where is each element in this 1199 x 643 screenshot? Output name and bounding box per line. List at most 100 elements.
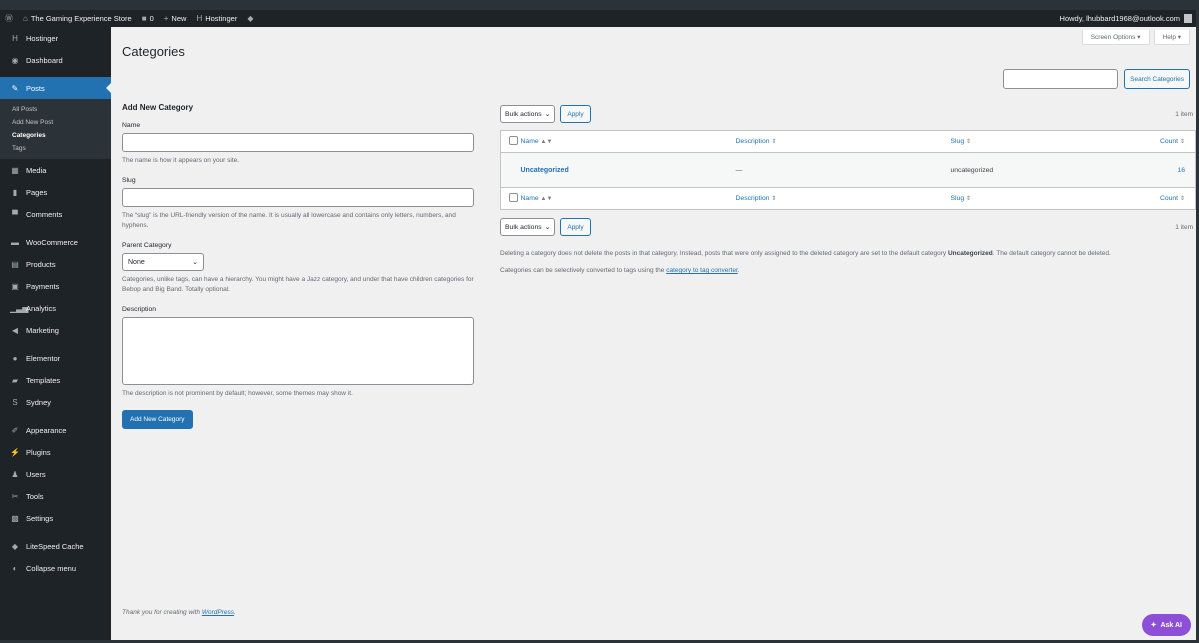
apply-button[interactable]: Apply — [560, 105, 591, 123]
sidebar-item-tools[interactable]: ✂ Tools — [0, 485, 111, 507]
sidebar-item-templates[interactable]: ▰ Templates — [0, 369, 111, 391]
sidebar-item-settings[interactable]: ▩ Settings — [0, 507, 111, 529]
item-count: 1 item — [1175, 110, 1193, 118]
settings-icon: ▩ — [11, 513, 19, 523]
sidebar-item-elementor[interactable]: ● Elementor — [0, 347, 111, 369]
select-all-checkbox-footer[interactable] — [509, 193, 518, 202]
submenu-categories[interactable]: Categories — [0, 129, 111, 142]
sort-icon: ⇕ — [966, 139, 972, 145]
column-slug-label: Slug — [950, 138, 965, 145]
column-slug-footer[interactable]: Slug ⇕ — [950, 187, 1121, 210]
item-count-bottom: 1 item — [1175, 223, 1193, 231]
parent-category-help: Categories, unlike tags, can have a hier… — [122, 276, 474, 293]
wordpress-logo-button[interactable]: Ⓦ — [0, 10, 18, 27]
column-count-footer[interactable]: Count ⇕ — [1120, 187, 1196, 210]
diamond-icon: ◆ — [247, 14, 254, 23]
column-name-footer[interactable]: Name ▲▼ — [520, 187, 736, 210]
litespeed-icon: ◆ — [11, 541, 19, 551]
products-icon: ▤ — [11, 259, 19, 269]
wordpress-link[interactable]: WordPress — [202, 609, 234, 616]
column-name-label: Name — [520, 195, 539, 202]
litespeed-link[interactable]: ◆ — [242, 10, 258, 27]
sidebar-item-litespeed[interactable]: ◆ LiteSpeed Cache — [0, 535, 111, 557]
delete-note-end: . The default category cannot be deleted… — [992, 250, 1111, 257]
sidebar-item-analytics[interactable]: ▁▃▅ Analytics — [0, 297, 111, 319]
collapse-icon: ◐ — [12, 563, 18, 573]
search-input[interactable] — [1003, 69, 1119, 89]
sidebar-item-hostinger[interactable]: H Hostinger — [0, 27, 111, 49]
sidebar-item-marketing[interactable]: ◀ Marketing — [0, 319, 111, 341]
column-name[interactable]: Name ▲▼ — [520, 130, 736, 153]
default-category-name: Uncategorized — [947, 250, 993, 257]
submenu-tags[interactable]: Tags — [0, 142, 111, 155]
category-to-tag-converter-link[interactable]: category to tag converter — [666, 267, 738, 274]
category-name-link[interactable]: Uncategorized — [521, 167, 569, 174]
sidebar-item-users[interactable]: ♟ Users — [0, 463, 111, 485]
sidebar-item-media[interactable]: ▦ Media — [0, 159, 111, 181]
row-count-link[interactable]: 16 — [1121, 153, 1196, 188]
bulk-actions-select-bottom[interactable]: Bulk actions ⌄ — [500, 218, 556, 236]
collapse-menu-button[interactable]: ◐ Collapse menu — [0, 557, 111, 579]
column-count[interactable]: Count ⇕ — [1120, 130, 1196, 153]
sydney-icon: S — [12, 397, 18, 407]
bulk-actions-label: Bulk actions — [505, 223, 542, 231]
select-all-checkbox[interactable] — [509, 136, 518, 145]
sort-icon: ▲▼ — [540, 139, 553, 145]
sidebar-item-label: Collapse menu — [26, 563, 77, 573]
row-slug-cell: uncategorized — [950, 166, 994, 174]
bulk-actions-select[interactable]: Bulk actions ⌄ — [500, 105, 556, 123]
comments-link[interactable]: ■ 0 — [137, 10, 159, 27]
name-field[interactable] — [122, 133, 474, 152]
parent-category-label: Parent Category — [122, 242, 172, 249]
row-name-cell: Uncategorized — [521, 153, 736, 188]
sidebar-item-woocommerce[interactable]: ▬ WooCommerce — [0, 231, 111, 253]
column-slug[interactable]: Slug ⇕ — [950, 130, 1121, 153]
column-count-label: Count — [1159, 195, 1179, 202]
sidebar-item-appearance[interactable]: ✐ Appearance — [0, 419, 111, 441]
slug-field[interactable] — [122, 188, 474, 207]
parent-category-select[interactable]: None ⌄ — [122, 253, 204, 271]
column-name-label: Name — [520, 138, 539, 145]
sidebar-item-label: Templates — [26, 375, 61, 385]
sidebar-item-label: Analytics — [26, 303, 57, 313]
name-help: The name is how it appears on your site. — [122, 157, 240, 164]
ask-ai-button[interactable]: ✦ Ask AI — [1141, 614, 1191, 636]
column-description[interactable]: Description ⇕ — [735, 130, 951, 153]
column-description-footer[interactable]: Description ⇕ — [735, 187, 951, 210]
sidebar-item-sydney[interactable]: S Sydney — [0, 391, 111, 413]
parent-category-value: None — [128, 258, 145, 266]
hostinger-icon: H — [12, 33, 18, 43]
admin-bar: Ⓦ ⌂ The Gaming Experience Store ■ 0 + New H… — [0, 10, 1196, 27]
dashboard-icon: ◉ — [11, 55, 19, 65]
sort-icon: ⇕ — [966, 196, 972, 202]
description-field[interactable] — [122, 317, 474, 385]
help-button[interactable]: Help ▾ — [1153, 30, 1190, 45]
converter-note-end: . — [737, 267, 740, 274]
site-name-link[interactable]: ⌂ The Gaming Experience Store — [18, 10, 137, 27]
apply-button-bottom[interactable]: Apply — [560, 218, 591, 236]
my-account[interactable]: Howdy, lhubbard1968@outlook.com — [1060, 14, 1196, 23]
sidebar-item-posts[interactable]: ✎ Posts — [0, 77, 111, 99]
description-label: Description — [122, 306, 156, 313]
payments-icon: ▣ — [11, 281, 19, 291]
sidebar-item-plugins[interactable]: ⚡ Plugins — [0, 441, 111, 463]
sidebar-item-pages[interactable]: ▮ Pages — [0, 181, 111, 203]
submenu-all-posts[interactable]: All Posts — [0, 103, 111, 116]
add-new-category-button[interactable]: Add New Category — [122, 410, 193, 429]
sidebar-item-dashboard[interactable]: ◉ Dashboard — [0, 49, 111, 71]
search-categories-button[interactable]: Search Categories — [1124, 69, 1190, 89]
users-icon: ♟ — [11, 469, 19, 479]
ask-ai-label: Ask AI — [1160, 621, 1182, 629]
sidebar-item-products[interactable]: ▤ Products — [0, 253, 111, 275]
sidebar-item-label: Comments — [26, 209, 63, 219]
sidebar-item-payments[interactable]: ▣ Payments — [0, 275, 111, 297]
category-notes: Deleting a category does not delete the … — [500, 248, 1190, 276]
plus-icon: + — [163, 14, 169, 23]
sort-icon: ⇕ — [771, 139, 777, 145]
new-content-link[interactable]: + New — [159, 10, 192, 27]
hostinger-link[interactable]: H Hostinger — [191, 10, 242, 27]
sidebar-item-label: WooCommerce — [26, 237, 78, 247]
submenu-add-new-post[interactable]: Add New Post — [0, 116, 111, 129]
screen-options-button[interactable]: Screen Options ▾ — [1081, 30, 1150, 45]
sidebar-item-comments[interactable]: ▀ Comments — [0, 203, 111, 225]
